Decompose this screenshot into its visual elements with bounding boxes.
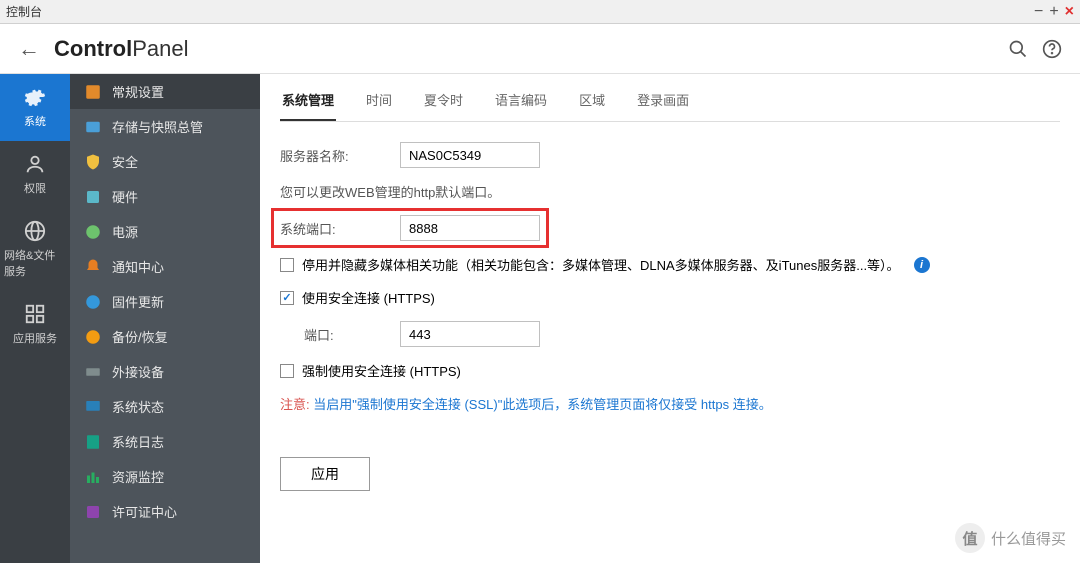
info-icon[interactable]: i (914, 257, 930, 273)
storage-icon (84, 118, 102, 136)
monitor-icon (84, 398, 102, 416)
hardware-icon (84, 188, 102, 206)
panel-title: ControlPanel (54, 36, 188, 62)
disable-multimedia-label: 停用并隐藏多媒体相关功能（相关功能包含：多媒体管理、DLNA多媒体服务器、及iT… (302, 255, 900, 274)
port-hint: 您可以更改WEB管理的http默认端口。 (280, 182, 1060, 201)
subnav-resource[interactable]: 资源监控 (70, 459, 260, 494)
sub-nav: 常规设置 存储与快照总管 安全 硬件 电源 通知中心 固件更新 备份/恢复 外接… (70, 74, 260, 563)
external-icon (84, 363, 102, 381)
force-https-row: 强制使用安全连接 (HTTPS) (280, 361, 1060, 380)
titlebar: 控制台 − + × (0, 0, 1080, 24)
update-icon (84, 293, 102, 311)
maximize-button[interactable]: + (1049, 4, 1058, 20)
nav-apps[interactable]: 应用服务 (0, 291, 70, 358)
window-title: 控制台 (6, 3, 42, 20)
tab-region[interactable]: 区域 (577, 84, 607, 121)
use-https-row: 使用安全连接 (HTTPS) (280, 288, 1060, 307)
tab-login-screen[interactable]: 登录画面 (635, 84, 691, 121)
use-https-checkbox[interactable] (280, 291, 294, 305)
window-controls: − + × (1034, 4, 1074, 20)
subnav-general[interactable]: 常规设置 (70, 74, 260, 109)
subnav-license[interactable]: 许可证中心 (70, 494, 260, 529)
nav-network[interactable]: 网络&文件服务 (0, 208, 70, 291)
back-arrow-icon[interactable]: ← (18, 36, 40, 62)
license-icon (84, 503, 102, 521)
disable-multimedia-checkbox[interactable] (280, 258, 294, 272)
server-name-input[interactable] (400, 142, 540, 168)
force-https-label: 强制使用安全连接 (HTTPS) (302, 361, 461, 380)
watermark-badge: 值 (955, 523, 985, 553)
subnav-logs[interactable]: 系统日志 (70, 424, 260, 459)
disable-multimedia-row: 停用并隐藏多媒体相关功能（相关功能包含：多媒体管理、DLNA多媒体服务器、及iT… (280, 255, 1060, 274)
subnav-backup[interactable]: 备份/恢复 (70, 319, 260, 354)
help-icon[interactable] (1042, 39, 1062, 59)
search-icon[interactable] (1008, 39, 1028, 59)
log-icon (84, 433, 102, 451)
user-icon (24, 153, 46, 175)
subnav-security[interactable]: 安全 (70, 144, 260, 179)
panel-header: ← ControlPanel (0, 24, 1080, 74)
subnav-status[interactable]: 系统状态 (70, 389, 260, 424)
nav-privilege[interactable]: 权限 (0, 141, 70, 208)
system-port-highlight: 系统端口: (271, 208, 549, 248)
https-port-input[interactable] (400, 321, 540, 347)
tabs: 系统管理 时间 夏令时 语言编码 区域 登录画面 (280, 74, 1060, 122)
gear-icon (24, 86, 46, 108)
use-https-label: 使用安全连接 (HTTPS) (302, 288, 435, 307)
apps-icon (24, 303, 46, 325)
left-nav: 系统 权限 网络&文件服务 应用服务 (0, 74, 70, 563)
ssl-notice: 注意: 当启用"强制使用安全连接 (SSL)"此选项后，系统管理页面将仅接受 h… (280, 394, 1060, 413)
minimize-button[interactable]: − (1034, 4, 1043, 20)
tab-time[interactable]: 时间 (364, 84, 394, 121)
https-port-label: 端口: (304, 325, 400, 344)
tab-dst[interactable]: 夏令时 (422, 84, 465, 121)
https-port-row: 端口: (304, 321, 1060, 347)
subnav-storage[interactable]: 存储与快照总管 (70, 109, 260, 144)
watermark-text: 什么值得买 (991, 528, 1066, 549)
apply-button[interactable]: 应用 (280, 457, 370, 491)
subnav-notification[interactable]: 通知中心 (70, 249, 260, 284)
bell-icon (84, 258, 102, 276)
watermark: 值 什么值得买 (955, 523, 1066, 553)
subnav-firmware[interactable]: 固件更新 (70, 284, 260, 319)
nav-system[interactable]: 系统 (0, 74, 70, 141)
content-area: 系统管理 时间 夏令时 语言编码 区域 登录画面 服务器名称: 您可以更改WEB… (260, 74, 1080, 563)
server-name-label: 服务器名称: (280, 146, 400, 165)
power-icon (84, 223, 102, 241)
force-https-checkbox[interactable] (280, 364, 294, 378)
shield-icon (84, 153, 102, 171)
subnav-power[interactable]: 电源 (70, 214, 260, 249)
system-port-label: 系统端口: (280, 219, 400, 238)
tab-system-admin[interactable]: 系统管理 (280, 84, 336, 121)
close-button[interactable]: × (1065, 4, 1074, 20)
server-name-row: 服务器名称: (280, 142, 1060, 168)
subnav-external[interactable]: 外接设备 (70, 354, 260, 389)
tab-codepage[interactable]: 语言编码 (493, 84, 549, 121)
backup-icon (84, 328, 102, 346)
chart-icon (84, 468, 102, 486)
system-port-input[interactable] (400, 215, 540, 241)
subnav-hardware[interactable]: 硬件 (70, 179, 260, 214)
globe-icon (24, 220, 46, 242)
settings-icon (84, 83, 102, 101)
